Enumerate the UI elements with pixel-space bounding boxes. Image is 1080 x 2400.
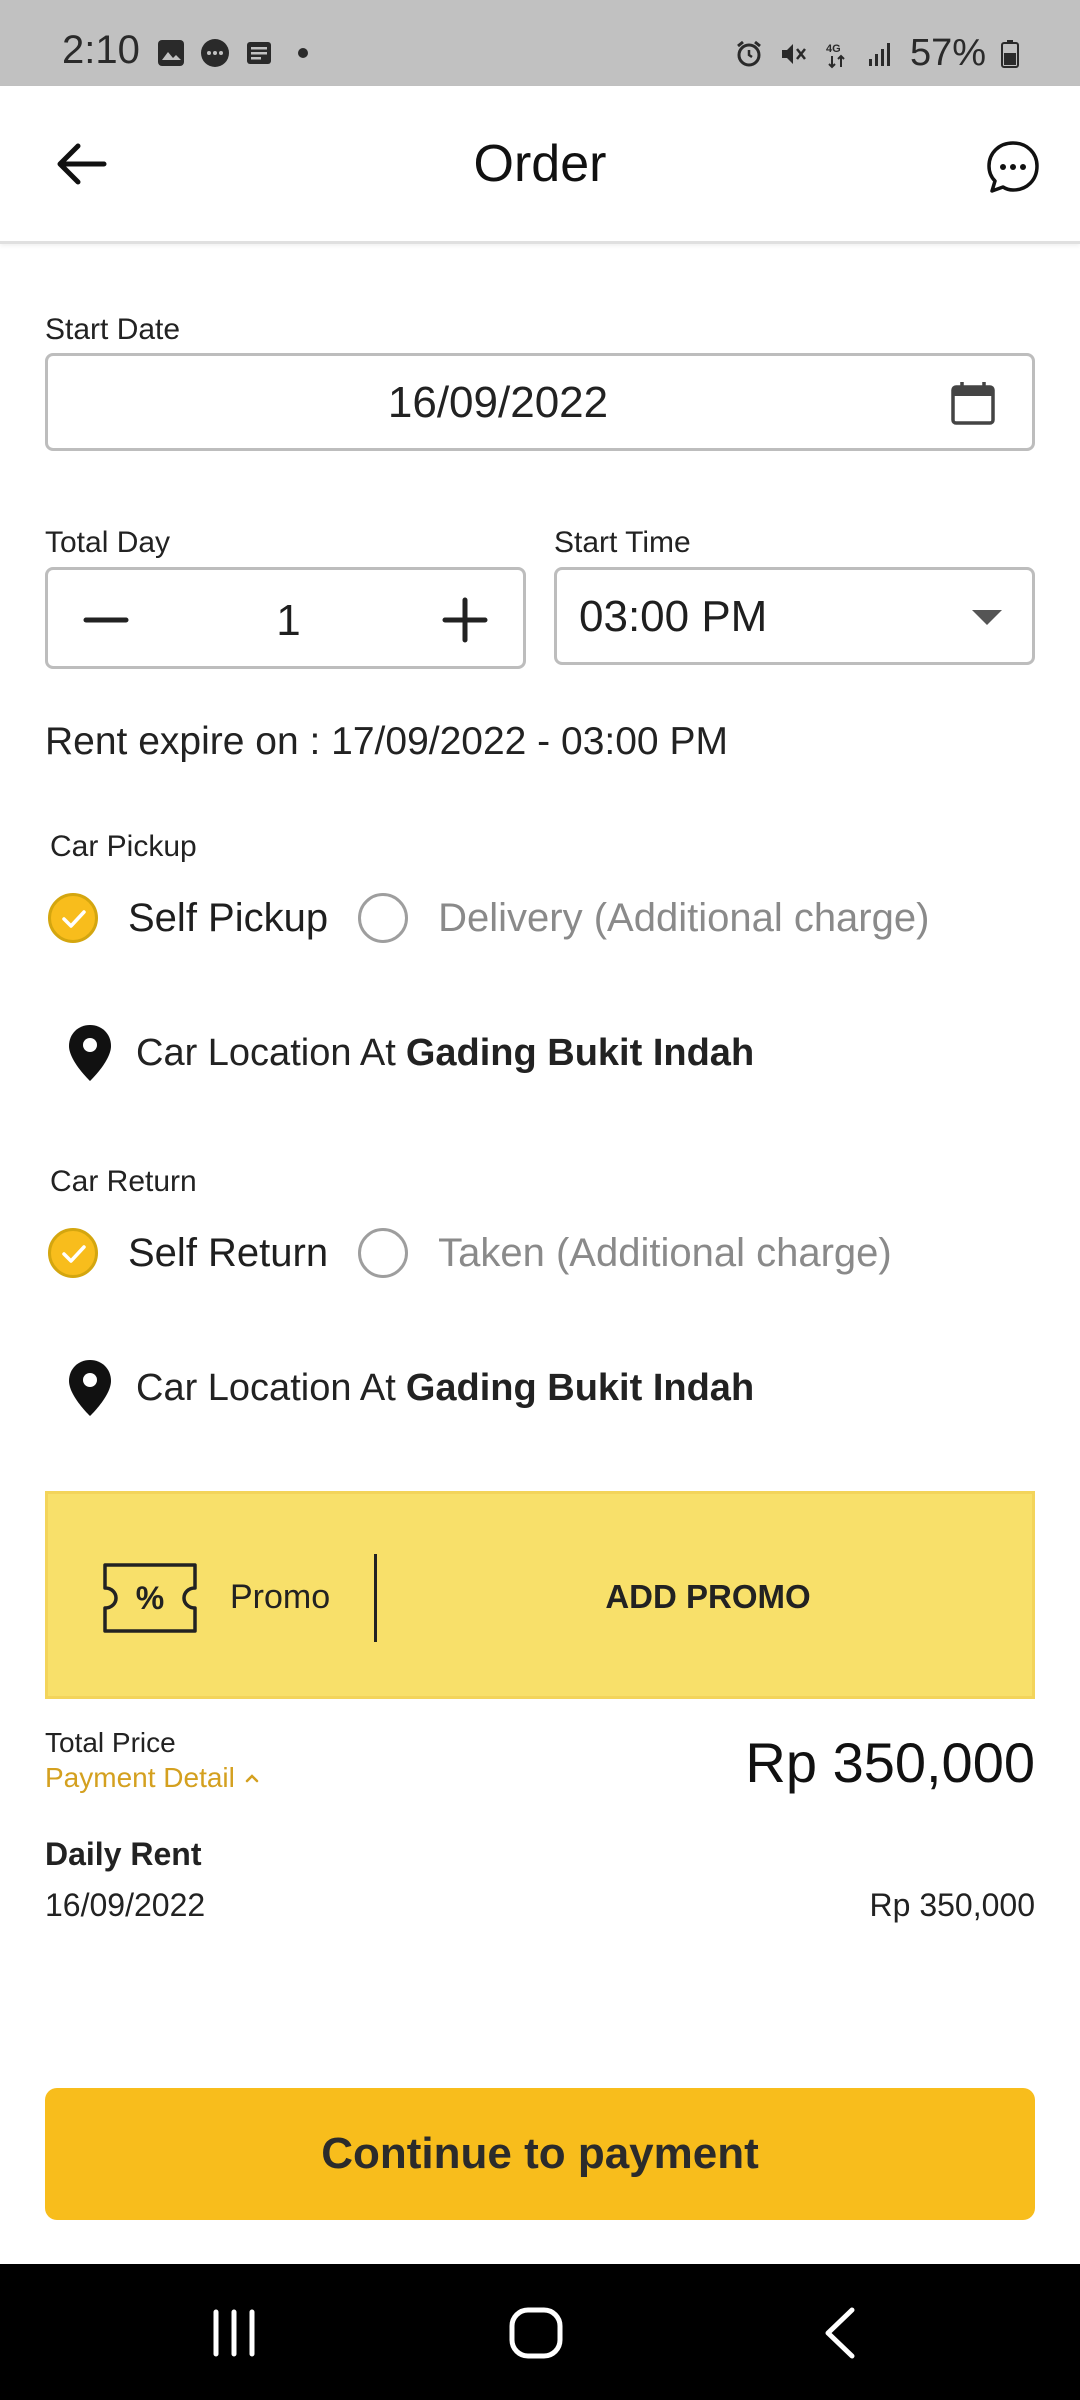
svg-text:%: %	[136, 1580, 164, 1616]
car-return-label: Car Return	[50, 1165, 197, 1198]
total-price-value: Rp 350,000	[745, 1731, 1035, 1794]
total-day-stepper: 1	[45, 567, 526, 669]
mute-icon	[781, 43, 806, 64]
news-icon	[247, 42, 271, 64]
system-icons: 4G 57%	[734, 32, 1020, 75]
decrement-button[interactable]	[78, 592, 134, 648]
delivery-radio[interactable]	[358, 893, 409, 943]
start-date-field[interactable]: 16/09/2022	[45, 353, 1035, 451]
payment-detail-label[interactable]: Payment Detail	[45, 1762, 235, 1794]
gallery-icon	[158, 40, 184, 66]
nav-back-icon[interactable]	[820, 2306, 860, 2360]
location-pin-icon	[69, 1025, 111, 1081]
start-date-label: Start Date	[45, 313, 181, 346]
signal-icon	[868, 42, 890, 66]
pickup-location: Car Location At Gading Bukit Indah	[64, 1023, 754, 1083]
start-time-select[interactable]: 03:00 PM	[554, 567, 1035, 665]
self-pickup-label[interactable]: Self Pickup	[128, 896, 328, 941]
dropdown-caret-icon	[972, 610, 1002, 625]
total-day-value: 1	[276, 596, 301, 645]
check-icon	[62, 910, 86, 928]
system-nav-bar	[0, 2264, 1080, 2400]
total-price-label: Total Price	[45, 1727, 176, 1758]
check-icon	[62, 1245, 86, 1263]
svg-text:4G: 4G	[826, 43, 841, 55]
self-pickup-radio[interactable]	[48, 893, 98, 943]
notification-icons	[156, 38, 318, 68]
status-time: 2:10	[62, 28, 140, 72]
daily-rent-date: 16/09/2022	[45, 1887, 206, 1923]
daily-rent-label: Daily Rent	[45, 1836, 202, 1872]
status-bar: 2:10 4G 57%	[0, 0, 1080, 86]
calendar-icon[interactable]	[948, 378, 998, 428]
car-pickup-label: Car Pickup	[50, 830, 197, 863]
continue-to-payment-button[interactable]: Continue to payment	[45, 2088, 1035, 2220]
home-icon[interactable]	[508, 2306, 564, 2360]
chat-icon[interactable]	[984, 138, 1042, 196]
self-return-radio[interactable]	[48, 1228, 98, 1278]
car-return-options: Self Return Taken (Additional charge)	[48, 1228, 892, 1278]
recents-icon[interactable]	[208, 2308, 260, 2358]
network-4g-icon: 4G	[826, 43, 845, 68]
return-location: Car Location At Gading Bukit Indah	[64, 1358, 754, 1418]
page-title: Order	[473, 135, 607, 193]
taken-radio[interactable]	[358, 1228, 409, 1278]
return-location-name: Gading Bukit Indah	[405, 1366, 755, 1409]
battery-percent: 57%	[909, 32, 986, 74]
car-pickup-options: Self Pickup Delivery (Additional charge)	[48, 893, 929, 943]
delivery-label[interactable]: Delivery (Additional charge)	[438, 896, 929, 941]
start-time-label: Start Time	[554, 526, 691, 559]
taken-label[interactable]: Taken (Additional charge)	[438, 1231, 892, 1276]
self-return-label[interactable]: Self Return	[128, 1231, 328, 1276]
start-time-value: 03:00 PM	[579, 592, 768, 641]
pickup-location-name: Gading Bukit Indah	[405, 1031, 755, 1074]
pickup-location-prefix: Car Location At	[136, 1031, 396, 1074]
rent-expire-text: Rent expire on : 17/09/2022 - 03:00 PM	[45, 720, 728, 763]
promo-divider	[374, 1554, 377, 1642]
app-bar: Order	[0, 86, 1080, 244]
return-location-prefix: Car Location At	[136, 1366, 396, 1409]
total-day-label: Total Day	[45, 526, 171, 559]
start-date-value: 16/09/2022	[387, 378, 609, 427]
add-promo-button[interactable]: ADD PROMO	[378, 1578, 1038, 1616]
daily-rent-price: Rp 350,000	[869, 1887, 1035, 1923]
promo-ticket-icon: %	[103, 1563, 197, 1633]
battery-icon	[1001, 39, 1019, 68]
alarm-icon	[737, 40, 761, 66]
chevron-up-icon	[245, 1774, 259, 1783]
payment-detail-toggle[interactable]: Payment Detail	[45, 1762, 261, 1794]
dot-icon	[298, 48, 308, 58]
promo-label: Promo	[230, 1578, 331, 1616]
promo-banner[interactable]: % Promo ADD PROMO	[45, 1491, 1035, 1699]
messenger-icon	[201, 39, 229, 67]
location-pin-icon	[69, 1360, 111, 1416]
increment-button[interactable]	[437, 592, 493, 648]
